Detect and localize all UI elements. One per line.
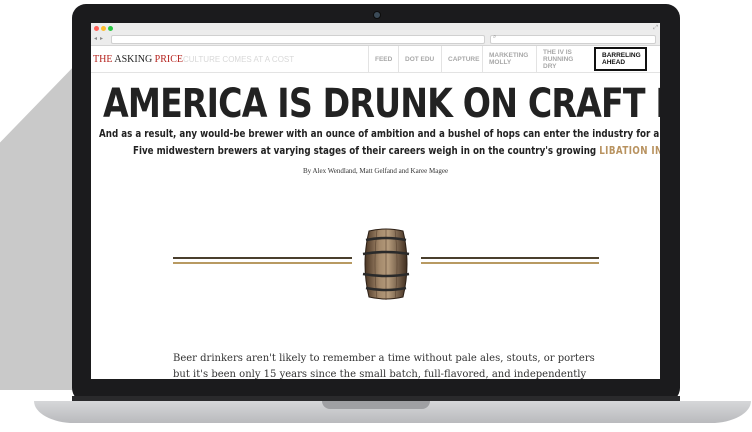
address-bar[interactable] [111, 35, 485, 44]
subhead-text: Five midwestern brewers at varying stage… [133, 145, 600, 157]
menu-item-dot-edu[interactable]: DOT EDU [398, 46, 441, 72]
article-byline: By Alex Wendland, Matt Gelfand and Karee… [302, 167, 449, 175]
menu-item-feed[interactable]: FEED [368, 46, 398, 72]
section-menu: FEED DOT EDU CAPTURE MARKETING MOLLY THE… [368, 46, 647, 72]
menu-item-capture[interactable]: CAPTURE [441, 46, 482, 72]
laptop-notch [322, 401, 430, 409]
article-subhead-line1: And as a result, any would-be brewer wit… [99, 128, 660, 140]
menu-item-barreling-ahead[interactable]: BARRELING AHEAD [594, 47, 647, 71]
browser-search-input[interactable]: ⌕ [490, 34, 656, 44]
laptop-shadow [0, 60, 80, 390]
site-logo[interactable]: THE ASKING PRICE [93, 54, 183, 65]
logo-word-price: PRICE [154, 54, 184, 65]
back-button[interactable]: ◂ [94, 36, 97, 42]
forward-button[interactable]: ▸ [100, 36, 103, 42]
logo-word-asking: ASKING [114, 54, 155, 65]
divider-left [173, 257, 352, 264]
menu-item-marketing-molly[interactable]: MARKETING MOLLY [482, 46, 536, 72]
maximize-window-icon[interactable] [108, 26, 113, 31]
subhead-accent: LIBATION INFATUATION [599, 145, 660, 157]
article-headline: AMERICA IS DRUNK ON CRAFT BEER [103, 81, 660, 127]
search-icon: ⌕ [493, 34, 497, 40]
minimize-window-icon[interactable] [101, 26, 106, 31]
barrel-icon [362, 228, 410, 300]
close-window-icon[interactable] [94, 26, 99, 31]
webcam-icon [373, 11, 381, 19]
site-navigation: THE ASKING PRICE CULTURE COMES AT A COST… [91, 46, 660, 73]
article-body: Beer drinkers aren't likely to remember … [173, 353, 595, 379]
menu-item-iv-running-dry[interactable]: THE IV IS RUNNING DRY [536, 46, 594, 72]
fullscreen-icon[interactable]: ⤢ [653, 25, 658, 32]
article-subhead-line2: Five midwestern brewers at varying stage… [133, 145, 660, 157]
browser-chrome: ◂ ▸ ⌕ ⤢ [91, 23, 660, 46]
screen: ◂ ▸ ⌕ ⤢ THE ASKING PRICE CULTURE COMES A… [91, 23, 660, 379]
logo-word-the: THE [93, 54, 115, 65]
site-tagline: CULTURE COMES AT A COST [183, 55, 295, 64]
divider-right [421, 257, 599, 264]
